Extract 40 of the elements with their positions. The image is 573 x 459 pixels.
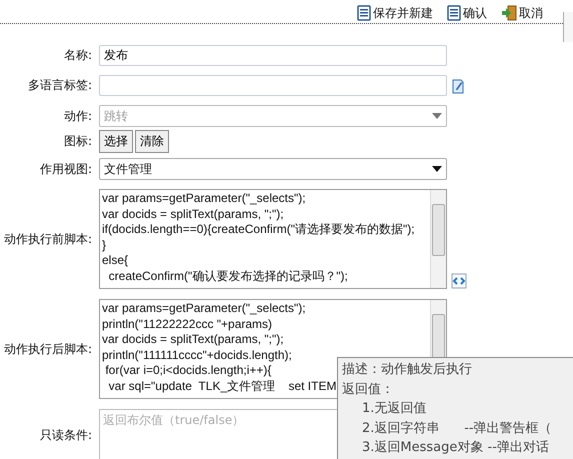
code-line: println("11222222ccc "+params): [102, 316, 272, 332]
view-dropdown[interactable]: 文件管理: [99, 158, 447, 180]
input-field[interactable]: [99, 75, 447, 96]
exit-door-icon: [501, 5, 517, 21]
scrollbar[interactable]: [430, 190, 446, 288]
toolbar-button[interactable]: 确认: [447, 3, 487, 23]
code-line: var docids = splitText(params, ";");: [102, 206, 284, 222]
field-label: 动作执行后脚本:: [2, 340, 93, 358]
code-line: var docids = splitText(params, ";");: [102, 332, 284, 348]
code-line: for(var i=0;i<docids.length;i++){: [104, 363, 272, 378]
code-line: createConfirm("确认要发布选择的记录吗？");: [108, 268, 348, 284]
code-line: }: [102, 238, 106, 253]
page-scrollbar[interactable]: [563, 12, 573, 42]
document-icon: [357, 5, 371, 21]
caret-icon: [432, 113, 442, 119]
toolbar-button[interactable]: 保存并新建: [357, 3, 433, 23]
field-label: 名称:: [62, 47, 93, 64]
field-label: 动作执行前脚本:: [2, 230, 93, 248]
field-label: 只读条件:: [38, 427, 93, 444]
code-line: var params=getParameter("_selects");: [102, 301, 306, 316]
name-field[interactable]: 发布: [99, 45, 447, 66]
code-line: var params=getParameter("_selects");: [102, 191, 306, 206]
field-label: 作用视图:: [38, 160, 93, 178]
code-line: if(docids.length==0){createConfirm("请选择要发布的数据");: [102, 222, 415, 238]
field-label: 动作:: [62, 108, 93, 124]
caret-icon: [432, 166, 442, 172]
document-icon: [447, 5, 461, 21]
button[interactable]: 清除: [135, 130, 169, 153]
field-label: 多语言标签:: [26, 77, 93, 94]
field-label: 图标:: [62, 133, 93, 150]
edit-icon[interactable]: [451, 78, 465, 94]
code-line: println("111111cccc"+docids.length);: [102, 348, 292, 363]
button[interactable]: 选择: [99, 130, 133, 153]
code-icon[interactable]: [451, 273, 467, 289]
code-line: else{: [102, 253, 128, 268]
code-line: var sql="update TLK_文件管理 set ITEM: [108, 378, 336, 394]
toolbar-button[interactable]: 取消: [501, 3, 543, 23]
script-editor[interactable]: var params=getParameter("_selects"); var docids = splitText(params, ";"); if(docids.length==0){createConfirm("请选择要发布的数据"); } else{ createConfirm("确认要发布选择的记录吗？");: [99, 189, 447, 289]
tooltip-text: 描述：动作触发后执行: [342, 361, 473, 379]
tooltip-text: 返回值：: [342, 380, 395, 398]
